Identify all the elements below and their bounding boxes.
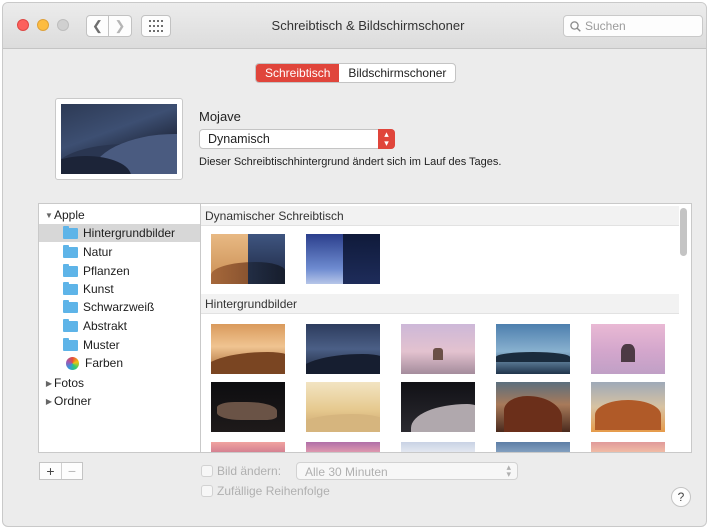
sidebar-group-label: Ordner — [54, 394, 92, 408]
wallpaper-browser: Dynamischer Schreibtisch Hintergrundbild… — [200, 203, 692, 453]
change-picture-label: Bild ändern: — [217, 464, 282, 478]
thumbnail-partial-5[interactable] — [591, 442, 665, 452]
sidebar-item-label: Pflanzen — [83, 264, 130, 278]
tab-bildschirmschoner[interactable]: Bildschirmschoner — [339, 64, 455, 82]
wallpaper-name: Mojave — [199, 109, 241, 124]
sidebar-group-label: Fotos — [54, 376, 85, 390]
sidebar-item-label: Abstrakt — [83, 319, 128, 333]
disclosure-closed-icon: ▶ — [45, 378, 53, 388]
tab-schreibtisch[interactable]: Schreibtisch — [256, 64, 340, 82]
sidebar-item-abstrakt[interactable]: Abstrakt — [39, 317, 200, 335]
zoom-window-button[interactable] — [57, 19, 69, 31]
back-button[interactable]: ❮ — [86, 15, 109, 37]
thumbnail-white-sands[interactable] — [306, 382, 380, 432]
sidebar-item-natur[interactable]: Natur — [39, 243, 200, 261]
folder-icon — [63, 281, 78, 295]
popup-arrows-icon: ▴ ▾ — [506, 462, 511, 479]
forward-button[interactable]: ❯ — [109, 15, 132, 37]
mode-popup-value: Dynamisch — [208, 132, 270, 146]
folder-icon — [63, 244, 78, 258]
show-all-button[interactable] — [141, 15, 171, 37]
thumbnail-lake-rock[interactable] — [401, 324, 475, 374]
source-list: ▼ Apple Hintergrundbilder Natur Pflanzen… — [38, 203, 200, 453]
color-wheel-icon — [66, 356, 79, 370]
section-header-wallpapers: Hintergrundbilder — [201, 294, 679, 314]
section-header-dynamic: Dynamischer Schreibtisch — [201, 206, 679, 226]
search-placeholder: Suchen — [585, 19, 626, 33]
folder-icon — [63, 263, 78, 277]
thumbnail-partial-2[interactable] — [306, 442, 380, 452]
sidebar-item-schwarzweiss[interactable]: Schwarzweiß — [39, 298, 200, 316]
search-field[interactable]: Suchen — [563, 15, 703, 37]
search-icon — [570, 20, 581, 32]
mode-popup[interactable]: Dynamisch ▴ ▾ — [199, 129, 395, 149]
thumbnail-mojave-day[interactable] — [211, 324, 285, 374]
window-title: Schreibtisch & Bildschirmschoner — [271, 18, 465, 33]
interval-popup-value: Alle 30 Minuten — [305, 465, 388, 479]
sidebar-group-ordner[interactable]: ▶ Ordner — [39, 392, 200, 410]
sidebar-item-pflanzen[interactable]: Pflanzen — [39, 262, 200, 280]
chevron-left-icon: ❮ — [92, 18, 103, 33]
random-order-label: Zufällige Reihenfolge — [217, 484, 330, 498]
sidebar-item-label: Farben — [85, 356, 124, 370]
add-remove-buttons: + − — [39, 462, 83, 480]
thumbnail-dark-rocks[interactable] — [211, 382, 285, 432]
sidebar-item-label: Kunst — [83, 282, 114, 296]
disclosure-closed-icon: ▶ — [45, 396, 53, 406]
thumbnail-mojave-dynamic[interactable] — [211, 234, 285, 284]
close-window-button[interactable] — [17, 19, 29, 31]
thumbnail-high-sierra[interactable] — [591, 382, 665, 432]
add-folder-button[interactable]: + — [40, 463, 61, 479]
preferences-window: ❮ ❯ Schreibtisch & Bildschirmschoner Suc… — [2, 2, 707, 527]
thumbnail-dark-dune[interactable] — [401, 382, 475, 432]
wallpaper-description: Dieser Schreibtischhintergrund ändert si… — [199, 156, 502, 168]
thumbnail-mountain-lake[interactable] — [496, 324, 570, 374]
sidebar-item-label: Natur — [83, 245, 113, 259]
popup-arrows-icon: ▴ ▾ — [378, 129, 395, 149]
sidebar-group-apple[interactable]: ▼ Apple — [39, 206, 200, 224]
disclosure-open-icon: ▼ — [45, 210, 53, 220]
sidebar-item-hintergrundbilder[interactable]: Hintergrundbilder — [39, 224, 200, 242]
thumbnail-partial-1[interactable] — [211, 442, 285, 452]
thumbnail-partial-4[interactable] — [496, 442, 570, 452]
sidebar-item-farben[interactable]: Farben — [39, 354, 200, 372]
folder-icon — [63, 318, 78, 332]
chevron-right-icon: ❯ — [114, 18, 126, 33]
thumbnail-red-peaks[interactable] — [496, 382, 570, 432]
thumbnail-mojave-night[interactable] — [306, 324, 380, 374]
title-bar: ❮ ❯ Schreibtisch & Bildschirmschoner Suc… — [3, 3, 706, 49]
thumbnail-solar-gradient[interactable] — [306, 234, 380, 284]
preview-image — [61, 104, 177, 174]
random-order-checkbox[interactable] — [201, 485, 213, 497]
interval-popup[interactable]: Alle 30 Minuten ▴ ▾ — [296, 462, 518, 480]
sidebar-item-kunst[interactable]: Kunst — [39, 280, 200, 298]
remove-folder-button[interactable]: − — [61, 463, 82, 479]
thumbnail-partial-3[interactable] — [401, 442, 475, 452]
sidebar-item-label: Muster — [83, 338, 120, 352]
thumbnail-pink-island[interactable] — [591, 324, 665, 374]
minimize-window-button[interactable] — [37, 19, 49, 31]
change-picture-checkbox[interactable] — [201, 465, 213, 477]
grid-icon — [149, 20, 163, 32]
scrollbar-thumb[interactable] — [680, 208, 687, 256]
sidebar-group-label: Apple — [54, 208, 85, 222]
sidebar-item-muster[interactable]: Muster — [39, 336, 200, 354]
help-button[interactable]: ? — [671, 487, 691, 507]
tab-bar: Schreibtisch Bildschirmschoner — [255, 63, 457, 83]
folder-icon — [63, 299, 78, 313]
sidebar-item-label: Schwarzweiß — [83, 300, 155, 314]
wallpaper-preview — [55, 98, 183, 180]
folder-icon — [63, 337, 78, 351]
sidebar-item-label: Hintergrundbilder — [83, 226, 176, 240]
folder-icon — [63, 225, 78, 239]
sidebar-group-fotos[interactable]: ▶ Fotos — [39, 374, 200, 392]
